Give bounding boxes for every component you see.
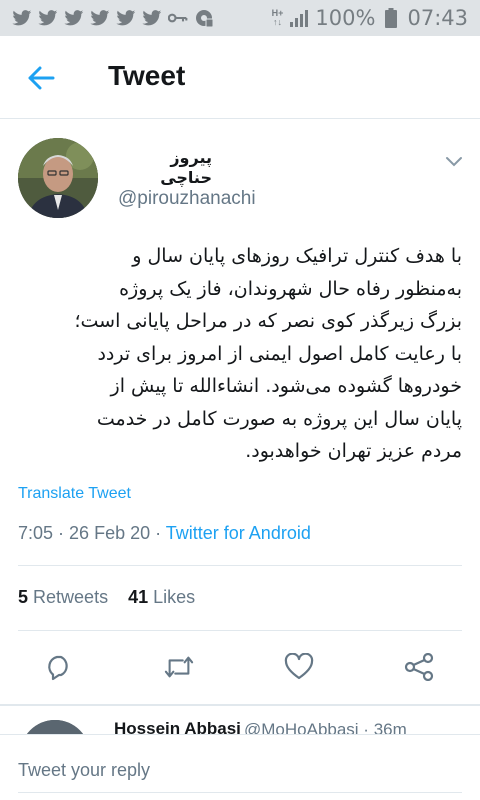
divider <box>18 630 462 631</box>
tweet-text-line: خودروها گشوده می‌شود. انشاءالله تا پیش ا… <box>110 375 462 397</box>
twitter-icon <box>64 8 84 28</box>
twitter-icon <box>90 8 110 28</box>
page-title: Tweet <box>108 60 186 91</box>
battery-icon <box>381 8 401 28</box>
divider <box>0 704 480 706</box>
reply-icon <box>48 655 68 681</box>
clock: 07:43 <box>407 6 468 30</box>
author-handle[interactable]: @pirouzhanachi <box>118 188 256 210</box>
reply-composer <box>0 734 480 800</box>
tweet-stats: 5 Retweets 41 Likes <box>18 587 195 608</box>
reply-input[interactable] <box>18 757 462 783</box>
signal-icon <box>289 8 309 28</box>
retweets-count: 5 <box>18 587 29 607</box>
twitter-icon <box>116 8 136 28</box>
tweet-source-link[interactable]: Twitter for Android <box>166 523 311 543</box>
battery-percent: 100% <box>315 6 376 30</box>
author-name[interactable]: پیروز حناچی <box>118 148 212 188</box>
tweet-text-line: پایان سال این پروژه به صورت کامل در خدمت <box>96 407 462 430</box>
tweet-time: 7:05 <box>18 523 54 543</box>
meta-separator: · <box>53 523 70 543</box>
meta-separator: · <box>150 523 166 543</box>
retweet-icon <box>164 656 194 678</box>
header-divider <box>0 118 480 119</box>
network-type: H+ ↑↓ <box>272 9 284 27</box>
like-icon <box>284 653 314 680</box>
twitter-icon <box>142 8 162 28</box>
tweet-action-bar <box>0 648 480 688</box>
reply-button[interactable] <box>44 652 74 682</box>
tweet-text-line: با هدف کنترل ترافیک روزهای پایان سال و <box>132 245 462 267</box>
vpn-icon <box>194 8 214 28</box>
like-button[interactable] <box>284 652 314 682</box>
twitter-icon <box>38 8 58 28</box>
notification-icons <box>12 8 272 28</box>
tweet-text-line: بزرگ زیرگذر کوی نصر که در مراحل پایانی ا… <box>74 310 462 332</box>
share-button[interactable] <box>404 652 434 682</box>
tweet-text-line: با رعایت کامل اصول ایمنی از امروز برای ت… <box>97 342 462 365</box>
tweet-text: با هدف کنترل ترافیک روزهای پایان سال و ب… <box>18 240 462 468</box>
status-bar: H+ ↑↓ 100% 07:43 <box>0 0 480 36</box>
likes-count: 41 <box>128 587 149 607</box>
divider <box>18 565 462 566</box>
translate-tweet-link[interactable]: Translate Tweet <box>18 485 131 503</box>
retweets-stat[interactable]: 5 Retweets <box>18 587 108 607</box>
avatar-photo <box>18 138 98 218</box>
share-icon <box>404 653 434 681</box>
tweet-text-line: به‌منظور رفاه حال شهروندان، فاز یک پروژه <box>119 277 462 300</box>
tweet-date: 26 Feb 20 <box>69 523 151 543</box>
likes-label: Likes <box>153 587 196 607</box>
back-button[interactable] <box>26 63 56 93</box>
tweet-text-line: مردم عزیز تهران خواهدبود. <box>245 440 462 462</box>
top-app-bar: Tweet <box>0 36 480 118</box>
tweet-options-button[interactable] <box>442 150 466 174</box>
likes-stat[interactable]: 41 Likes <box>128 587 195 607</box>
network-activity-label: ↑↓ <box>273 17 283 27</box>
author-avatar[interactable] <box>18 138 98 218</box>
retweet-button[interactable] <box>164 652 194 682</box>
twitter-icon <box>12 8 32 28</box>
chevron-down-icon <box>446 157 462 167</box>
retweets-label: Retweets <box>33 587 109 607</box>
arrow-left-icon <box>28 66 55 90</box>
tweet-meta: 7:05 · 26 Feb 20 · Twitter for Android <box>18 523 311 544</box>
reply-input-underline <box>18 792 462 793</box>
key-icon <box>168 8 188 28</box>
